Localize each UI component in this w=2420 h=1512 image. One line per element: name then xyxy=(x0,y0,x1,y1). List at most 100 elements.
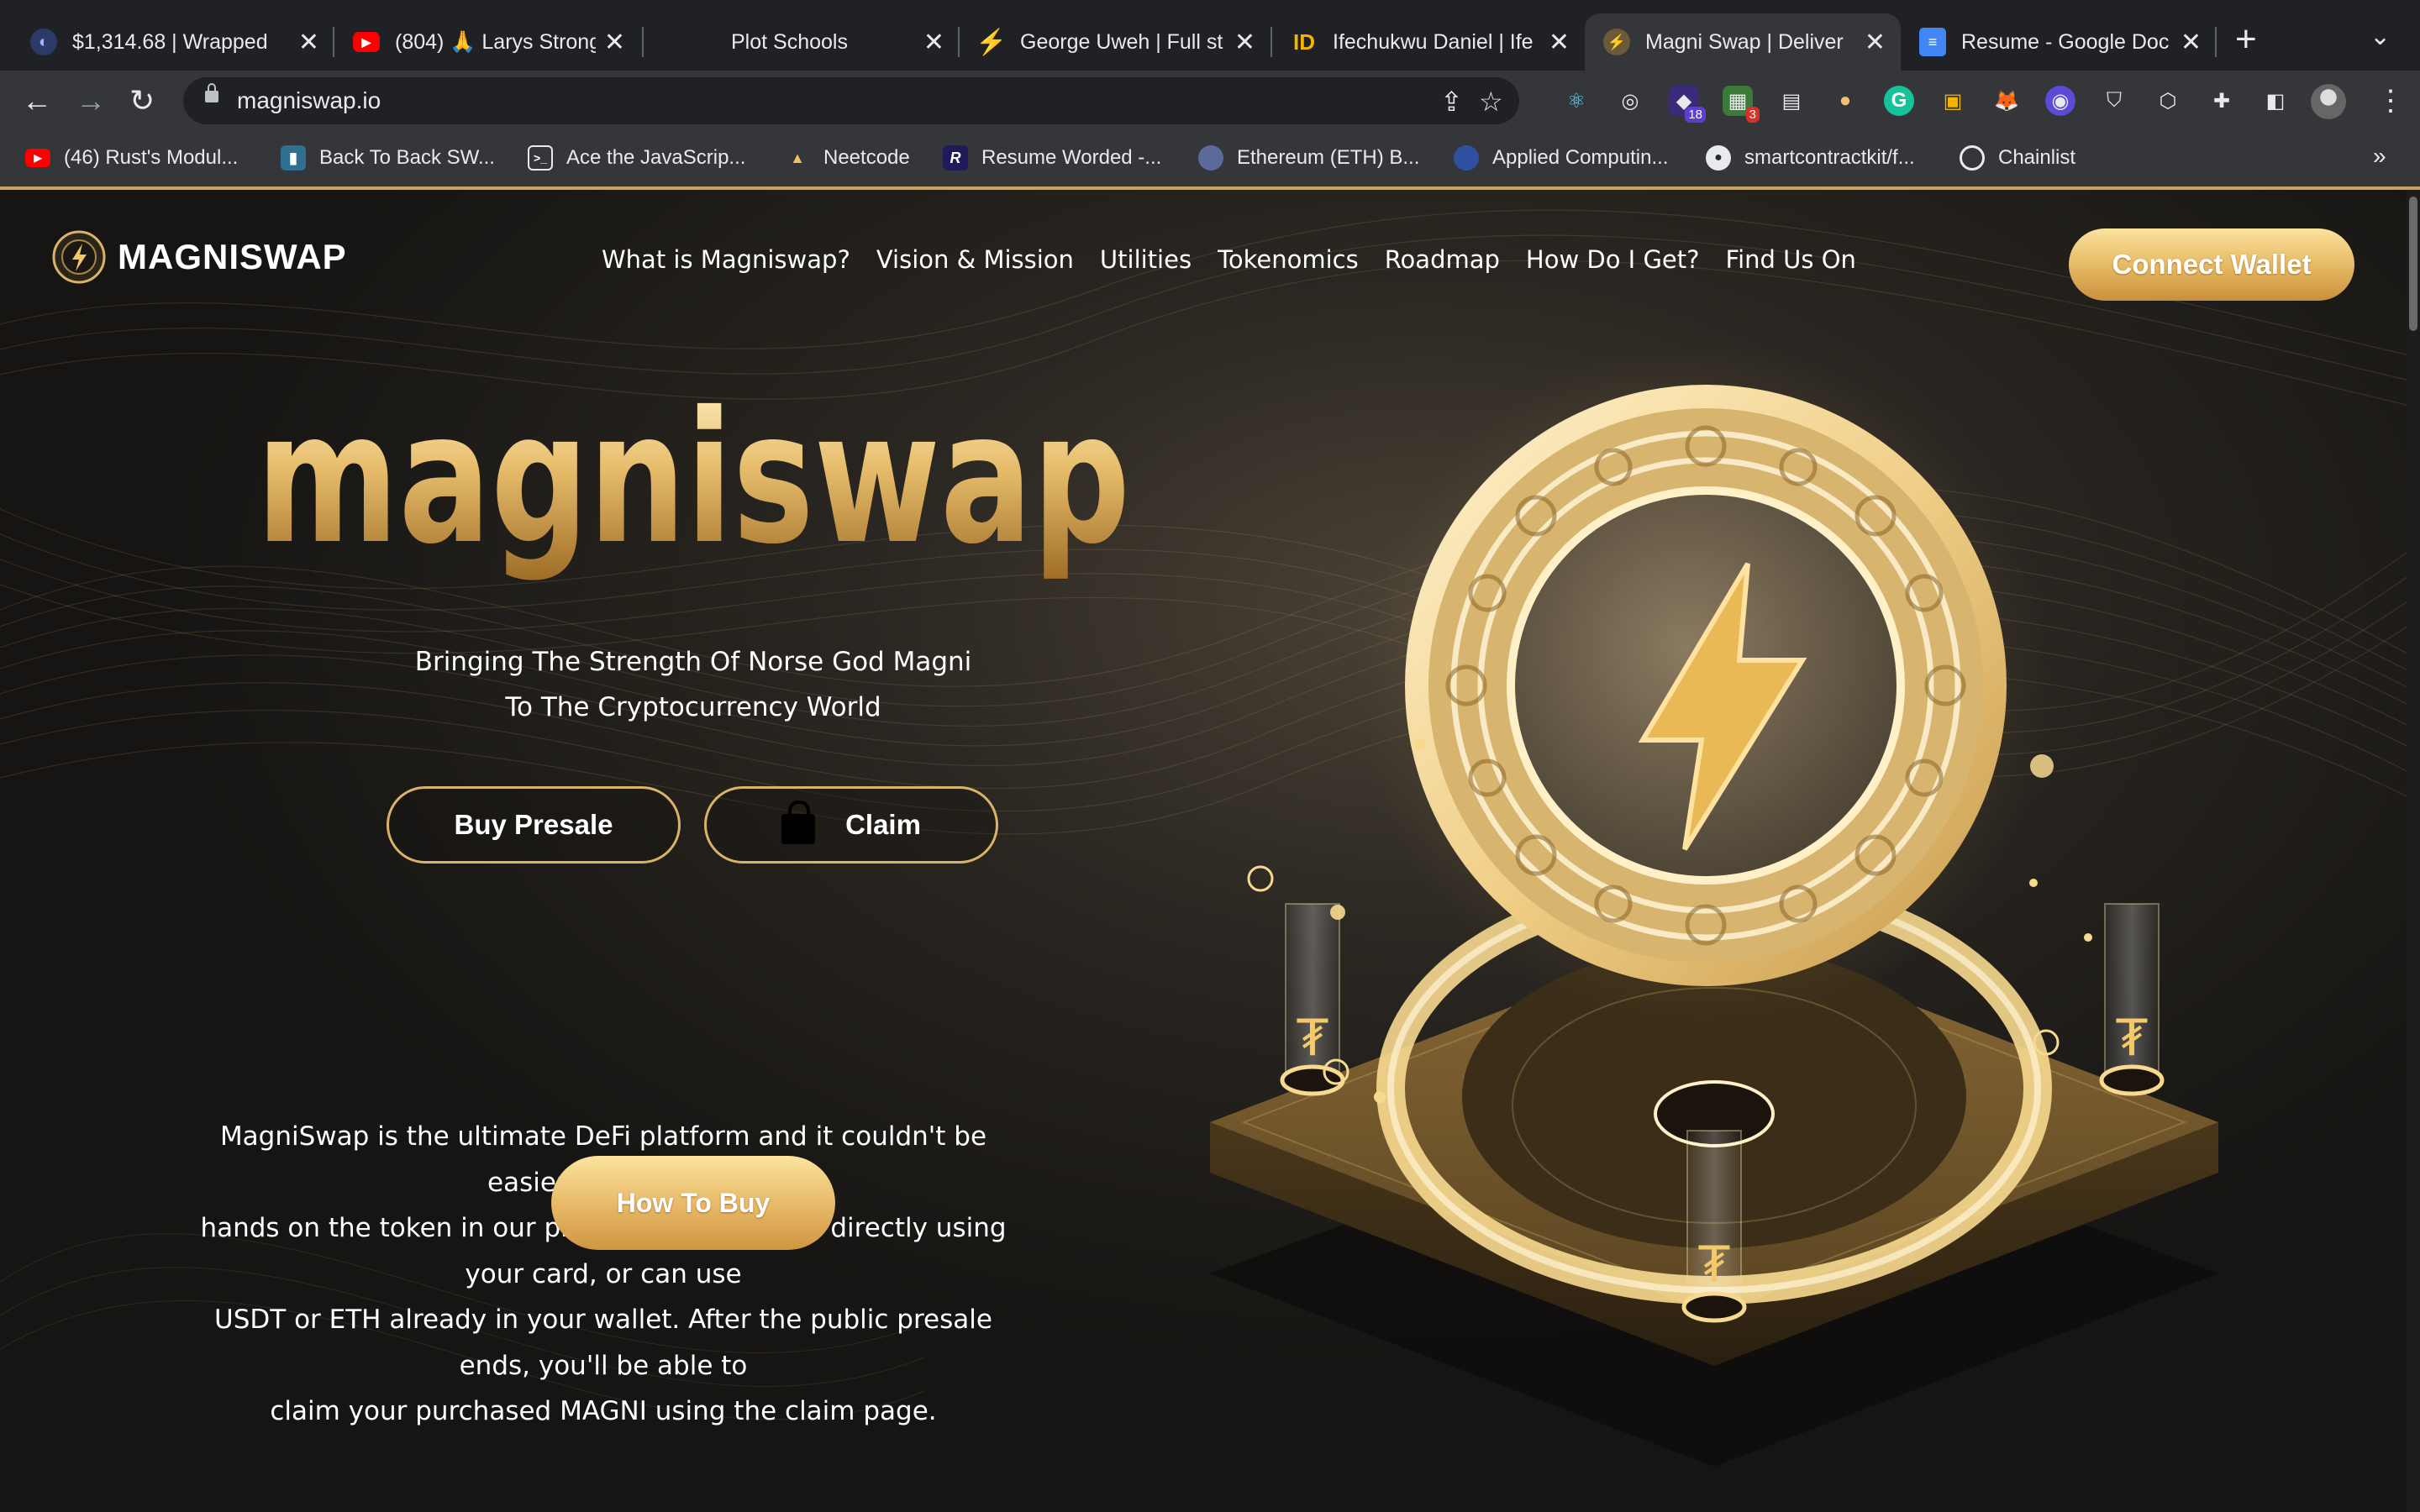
url-text[interactable]: magniswap.io xyxy=(237,87,381,114)
youtube-icon: ▶ xyxy=(353,32,380,52)
extensions-puzzle-icon[interactable]: ✚ xyxy=(2207,86,2237,116)
tagline-line: Bringing The Strength Of Norse God Magni xyxy=(414,647,972,677)
description-line: claim your purchased MAGNI using the cla… xyxy=(270,1396,937,1426)
share-icon[interactable]: ⇪ xyxy=(1440,86,1463,118)
bookmark-item[interactable]: ▲ Neetcode xyxy=(785,143,910,173)
extension-badge: 18 xyxy=(1685,107,1706,123)
tab-title: Plot Schools xyxy=(731,29,848,54)
bookmark-item[interactable]: >_ Ace the JavaScrip... xyxy=(528,143,745,173)
metamask-fox-icon[interactable]: 🦊 xyxy=(1991,86,2022,116)
nav-tokenomics[interactable]: Tokenomics xyxy=(1218,245,1359,274)
bookmark-label: smartcontractkit/f... xyxy=(1744,146,1915,169)
shield-extension-icon[interactable]: ⛉ xyxy=(2099,86,2129,116)
github-icon: ● xyxy=(1706,145,1731,171)
ghost-extension-icon[interactable]: ◉ xyxy=(2045,86,2075,116)
terminal-icon: >_ xyxy=(528,145,553,171)
main-nav: What is Magniswap? Vision & Mission Util… xyxy=(602,245,1882,274)
how-to-buy-button[interactable]: How To Buy xyxy=(551,1156,835,1250)
magniswap-favicon-icon: ⚡ xyxy=(1603,29,1630,55)
site-logo[interactable]: MAGNISWAP xyxy=(52,230,347,284)
bookmark-item[interactable]: ● smartcontractkit/f... xyxy=(1706,143,1915,173)
tab-ifechukwu[interactable]: ID Ifechukwu Daniel | Ife ✕ xyxy=(1272,13,1585,71)
bookmark-label: Neetcode xyxy=(823,146,910,169)
tab-plot-schools[interactable]: Plot Schools ✕ xyxy=(644,13,960,71)
reload-icon[interactable]: ↻ xyxy=(129,82,155,119)
bookmark-label: Ethereum (ETH) B... xyxy=(1237,146,1420,169)
nav-find-us-on[interactable]: Find Us On xyxy=(1726,245,1856,274)
moon-icon xyxy=(1198,145,1223,171)
tab-magniswap[interactable]: ⚡ Magni Swap | Deliver ✕ xyxy=(1585,13,1901,71)
film-extension-icon[interactable]: ▤ xyxy=(1776,86,1807,116)
tab-george-uweh[interactable]: ⚡ George Uweh | Full st ✕ xyxy=(960,13,1270,71)
bookmark-label: Chainlist xyxy=(1998,146,2076,169)
id-logo-icon: ID xyxy=(1293,29,1315,55)
bookmark-label: Ace the JavaScrip... xyxy=(566,146,746,169)
bookmark-item[interactable]: R Resume Worded -... xyxy=(943,143,1161,173)
bookmark-item[interactable]: Chainlist xyxy=(1960,143,2075,173)
menu-kebab-icon[interactable]: ⋮ xyxy=(2376,84,2405,118)
nav-how-do-i-get[interactable]: How Do I Get? xyxy=(1526,245,1700,274)
coin-pedestal-illustration: ₮ ₮ ₮ xyxy=(1210,349,2218,1467)
more-bookmarks-chevron[interactable]: » xyxy=(2373,143,2386,170)
magniswap-logo-icon xyxy=(52,230,106,284)
globe-icon xyxy=(1960,145,1985,171)
bookmark-item[interactable]: ▮ Back To Back SW... xyxy=(281,143,495,173)
profile-avatar[interactable] xyxy=(2311,84,2346,119)
bookmark-star-icon[interactable]: ☆ xyxy=(1479,86,1503,118)
bookmark-item[interactable]: ▶ (46) Rust's Modul... xyxy=(25,143,238,173)
coin-icon: ◐ xyxy=(30,29,57,55)
browser-toolbar: ← → ↻ magniswap.io ⇪ ☆ ⚛ ◎ ◆ 18 ▦ 3 ▤ ● G … xyxy=(0,71,2420,131)
close-tab-icon[interactable]: ✕ xyxy=(923,28,944,57)
tab-wrapped[interactable]: ◐ $1,314.68 | Wrapped ✕ xyxy=(12,13,334,71)
react-devtools-icon[interactable]: ⚛ xyxy=(1561,86,1591,116)
close-tab-icon[interactable]: ✕ xyxy=(1865,28,1886,57)
tab-title: $1,314.68 | Wrapped xyxy=(72,29,268,54)
tab-resume[interactable]: ≡ Resume - Google Doc ✕ xyxy=(1901,13,2217,71)
hero-wordmark-text: magniswap xyxy=(256,400,1130,584)
page-scrollbar[interactable] xyxy=(2407,190,2420,1512)
new-tab-button[interactable]: + xyxy=(2235,18,2257,60)
nav-vision-mission[interactable]: Vision & Mission xyxy=(876,245,1074,274)
scrollbar-thumb[interactable] xyxy=(2409,197,2417,331)
extension-badge: 3 xyxy=(1745,107,1760,123)
globe-icon xyxy=(1454,145,1479,171)
tab-divider xyxy=(2215,27,2217,57)
target-extension-icon[interactable]: ◎ xyxy=(1615,86,1645,116)
hero-wordmark: magniswap xyxy=(256,400,1130,584)
connect-wallet-button[interactable]: Connect Wallet xyxy=(2069,228,2354,301)
character-extension-icon[interactable]: ● xyxy=(1830,86,1860,116)
close-tab-icon[interactable]: ✕ xyxy=(298,28,319,57)
bookmark-item[interactable]: Applied Computin... xyxy=(1454,143,1668,173)
nav-utilities[interactable]: Utilities xyxy=(1100,245,1192,274)
tab-title: Ifechukwu Daniel | Ife xyxy=(1333,29,1534,54)
close-tab-icon[interactable]: ✕ xyxy=(1549,28,1570,57)
close-tab-icon[interactable]: ✕ xyxy=(604,28,625,57)
grammarly-icon[interactable]: G xyxy=(1884,86,1914,116)
back-arrow-icon[interactable]: ← xyxy=(22,82,52,119)
bookmark-item[interactable]: Ethereum (ETH) B... xyxy=(1198,143,1419,173)
address-bar[interactable]: magniswap.io ⇪ ☆ xyxy=(183,77,1519,124)
nav-what-is-magniswap[interactable]: What is Magniswap? xyxy=(602,245,850,274)
cube-extension-icon[interactable]: ⬡ xyxy=(2153,86,2183,116)
side-panel-icon[interactable]: ◧ xyxy=(2260,86,2291,116)
claim-label: Claim xyxy=(845,809,921,840)
chart-extension-icon[interactable]: ▣ xyxy=(1938,86,1968,116)
tab-search-chevron-icon[interactable]: ⌄ xyxy=(2370,22,2391,51)
tab-youtube[interactable]: ▶ (804) 🙏 Larys Strong ✕ xyxy=(334,13,640,71)
close-tab-icon[interactable]: ✕ xyxy=(1234,28,1255,57)
bookmark-label: (46) Rust's Modul... xyxy=(64,146,239,169)
glass-tube: ₮ xyxy=(1280,903,1345,1096)
buy-presale-button[interactable]: Buy Presale xyxy=(387,786,681,864)
description-line: USDT or ETH already in your wallet. Afte… xyxy=(214,1305,992,1381)
browser-tab-strip: ◐ $1,314.68 | Wrapped ✕ ▶ (804) 🙏 Larys … xyxy=(0,0,2420,71)
nav-roadmap[interactable]: Roadmap xyxy=(1385,245,1500,274)
claim-button[interactable]: Claim xyxy=(704,786,998,864)
close-tab-icon[interactable]: ✕ xyxy=(2181,28,2202,57)
lock-icon xyxy=(205,83,218,102)
extension-icon[interactable]: ▦ 3 xyxy=(1723,86,1760,123)
extension-icon[interactable]: ◆ 18 xyxy=(1669,86,1706,123)
tab-title: Resume - Google Doc xyxy=(1961,29,2170,54)
svg-text:₮: ₮ xyxy=(2116,1009,2148,1068)
forward-arrow-icon[interactable]: → xyxy=(76,82,106,119)
bookmark-icon: ▮ xyxy=(281,145,306,171)
